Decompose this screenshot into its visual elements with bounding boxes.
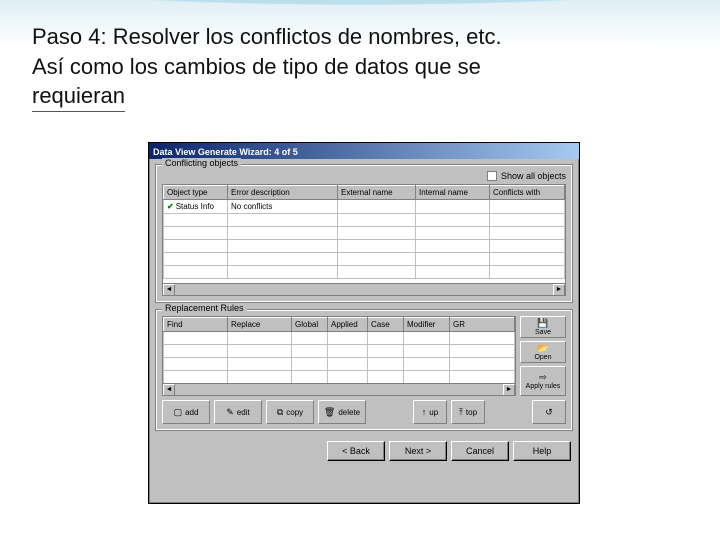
- scroll-left-icon[interactable]: ◄: [163, 284, 175, 296]
- col-conflicts[interactable]: Conflicts with: [490, 186, 565, 200]
- col-applied[interactable]: Applied: [328, 318, 368, 332]
- col-object-type[interactable]: Object type: [164, 186, 228, 200]
- dialog-title: Data View Generate Wizard: 4 of 5: [153, 147, 298, 157]
- table-row[interactable]: [164, 332, 515, 345]
- move-top-button[interactable]: ⤒ top: [451, 400, 485, 424]
- move-up-button[interactable]: ↑ up: [413, 400, 447, 424]
- group-conflicting-objects: Conflicting objects Show all objects Obj…: [155, 164, 573, 303]
- table-row[interactable]: [164, 240, 565, 253]
- folder-open-icon: 📂: [537, 344, 548, 353]
- scroll-left-icon[interactable]: ◄: [163, 384, 175, 396]
- scroll-right-icon[interactable]: ►: [553, 284, 565, 296]
- table-row[interactable]: ✔Status Info No conflicts: [164, 200, 565, 214]
- col-gr[interactable]: GR: [450, 318, 515, 332]
- group2-label: Replacement Rules: [162, 303, 247, 313]
- arrow-up-icon: ↑: [422, 408, 427, 417]
- help-button[interactable]: Help: [513, 441, 571, 461]
- col-ext-name[interactable]: External name: [338, 186, 416, 200]
- floppy-icon: 💾: [537, 319, 548, 328]
- heading-line3: requieran: [32, 81, 125, 112]
- wizard-button-row: < Back Next > Cancel Help: [155, 437, 573, 461]
- table-row[interactable]: [164, 371, 515, 384]
- col-case[interactable]: Case: [368, 318, 404, 332]
- table-row[interactable]: [164, 345, 515, 358]
- col-replace[interactable]: Replace: [228, 318, 292, 332]
- grid1-scrollbar[interactable]: ◄ ►: [163, 283, 565, 295]
- group1-label: Conflicting objects: [162, 158, 241, 168]
- reset-icon: ↺: [545, 408, 553, 417]
- grid2-scrollbar[interactable]: ◄ ►: [163, 383, 515, 395]
- check-icon: ✔: [167, 202, 174, 211]
- group-replacement-rules: Replacement Rules Find Replace G: [155, 309, 573, 431]
- copy-icon: ⧉: [277, 408, 283, 417]
- show-all-label: Show all objects: [501, 171, 566, 181]
- table-row[interactable]: [164, 214, 565, 227]
- save-button[interactable]: 💾 Save: [520, 316, 566, 338]
- cancel-button[interactable]: Cancel: [451, 441, 509, 461]
- col-modifier[interactable]: Modifier: [404, 318, 450, 332]
- dialog-titlebar: Data View Generate Wizard: 4 of 5: [149, 143, 579, 159]
- table-row[interactable]: [164, 266, 565, 279]
- apply-icon: ⇨: [539, 373, 547, 382]
- show-all-checkbox[interactable]: [487, 171, 497, 181]
- conflicts-grid[interactable]: Object type Error description External n…: [162, 184, 566, 296]
- table-row[interactable]: [164, 253, 565, 266]
- back-button[interactable]: < Back: [327, 441, 385, 461]
- slide-heading: Paso 4: Resolver los conflictos de nombr…: [32, 22, 688, 112]
- col-int-name[interactable]: Internal name: [416, 186, 490, 200]
- edit-button[interactable]: ✎ edit: [214, 400, 262, 424]
- copy-button[interactable]: ⧉ copy: [266, 400, 314, 424]
- heading-line2: Así como los cambios de tipo de datos qu…: [32, 54, 481, 79]
- col-error-desc[interactable]: Error description: [228, 186, 338, 200]
- col-global[interactable]: Global: [292, 318, 328, 332]
- apply-rules-button[interactable]: ⇨ Apply rules: [520, 366, 566, 396]
- heading-line1: Paso 4: Resolver los conflictos de nombr…: [32, 24, 502, 49]
- pencil-icon: ✎: [226, 408, 234, 417]
- wizard-dialog: Data View Generate Wizard: 4 of 5 Confli…: [148, 142, 580, 504]
- reset-button[interactable]: ↺: [532, 400, 566, 424]
- new-icon: ▢: [174, 408, 183, 417]
- trash-icon: 🗑: [324, 408, 335, 417]
- scroll-right-icon[interactable]: ►: [503, 384, 515, 396]
- delete-button[interactable]: 🗑 delete: [318, 400, 366, 424]
- next-button[interactable]: Next >: [389, 441, 447, 461]
- table-row[interactable]: [164, 358, 515, 371]
- add-button[interactable]: ▢ add: [162, 400, 210, 424]
- col-find[interactable]: Find: [164, 318, 228, 332]
- arrow-top-icon: ⤒: [459, 408, 463, 417]
- open-button[interactable]: 📂 Open: [520, 341, 566, 363]
- rules-grid[interactable]: Find Replace Global Applied Case Modifie…: [162, 316, 516, 396]
- table-row[interactable]: [164, 227, 565, 240]
